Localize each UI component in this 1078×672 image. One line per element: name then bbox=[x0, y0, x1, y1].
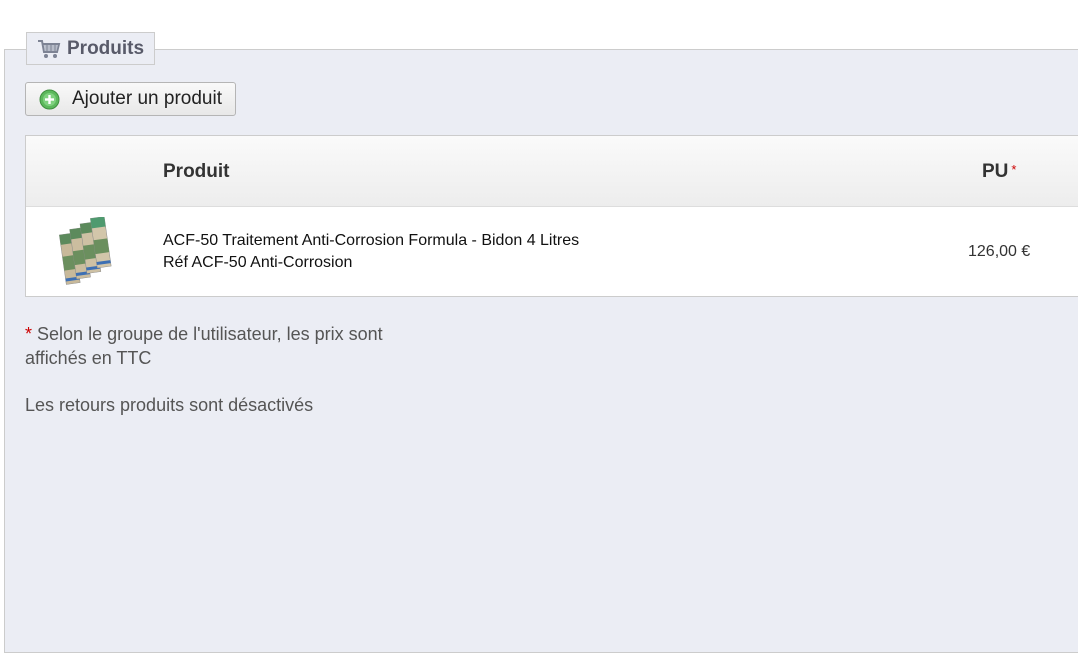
product-reference: Réf ACF-50 Anti-Corrosion bbox=[163, 254, 353, 271]
unit-price-label: PU bbox=[982, 161, 1009, 182]
returns-note: Les retours produits sont désactivés bbox=[25, 395, 314, 415]
required-marker: * bbox=[1011, 162, 1017, 177]
product-unit-price: 126,00 € bbox=[968, 243, 1031, 260]
product-thumbnail[interactable] bbox=[56, 216, 122, 287]
table-row: ACF-50 Traitement Anti-Corrosion Formula… bbox=[26, 207, 1078, 297]
column-header-product: Produit bbox=[163, 161, 230, 182]
add-product-button[interactable]: Ajouter un produit bbox=[25, 82, 236, 116]
add-product-label: Ajouter un produit bbox=[72, 88, 222, 109]
tax-note: * Selon le groupe de l'utilisateur, les … bbox=[25, 322, 445, 370]
product-name: ACF-50 Traitement Anti-Corrosion Formula… bbox=[163, 232, 580, 249]
section-legend: Produits bbox=[26, 32, 156, 65]
section-title: Produits bbox=[67, 37, 145, 59]
plus-circle-icon bbox=[39, 89, 60, 110]
cart-icon bbox=[37, 39, 61, 59]
products-table: Produit PU * ACF-50 Traitement Anti-Corr… bbox=[25, 135, 1078, 297]
note-asterisk: * bbox=[25, 324, 33, 344]
column-header-unit-price: PU * bbox=[982, 161, 1016, 183]
tax-note-text: Selon le groupe de l'utilisateur, les pr… bbox=[25, 324, 383, 368]
table-header: Produit PU * bbox=[26, 136, 1078, 207]
